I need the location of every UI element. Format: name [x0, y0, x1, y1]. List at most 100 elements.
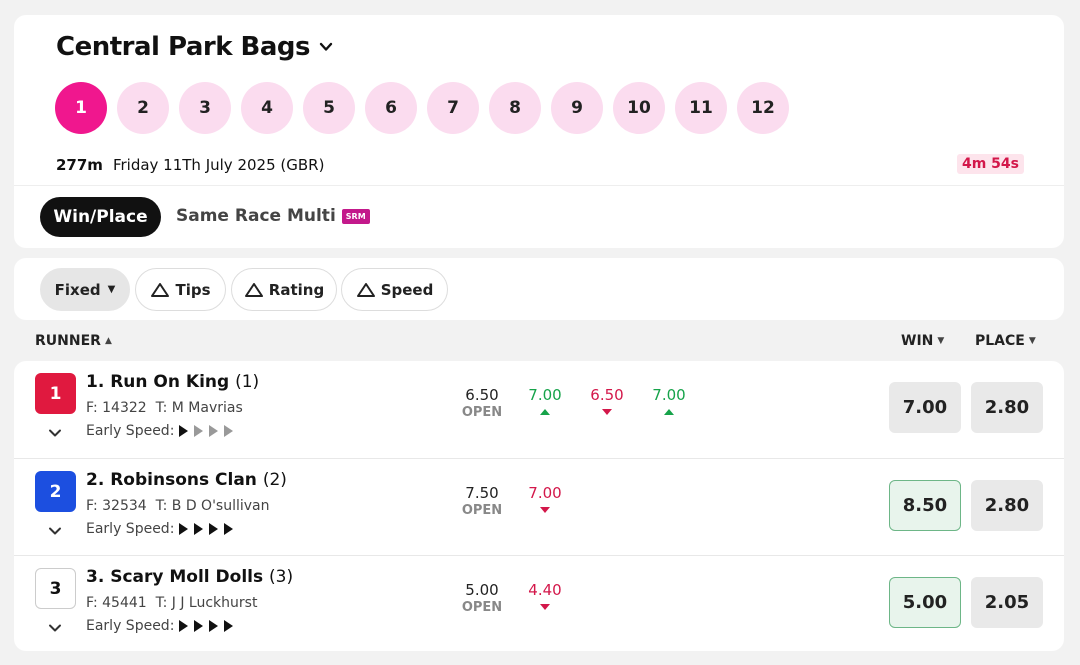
- race-date: Friday 11Th July 2025 (GBR): [112, 156, 325, 174]
- race-number-button[interactable]: 1: [55, 82, 107, 134]
- fluctuation-value: 7.00: [528, 484, 562, 502]
- win-odds-button[interactable]: 8.50: [889, 480, 961, 531]
- runner-meta: F: 32534 T: B D O'sullivan: [86, 498, 270, 514]
- price-fluctuation: 4.40: [514, 581, 576, 610]
- open-price-label: OPEN: [461, 600, 503, 615]
- runner-barrier: (3): [269, 567, 294, 587]
- speed-arrow-icon: [209, 620, 219, 632]
- tab-win-place[interactable]: Win/Place: [40, 197, 161, 237]
- speed-arrow-icon: [194, 620, 204, 632]
- runner-name[interactable]: 2. Robinsons Clan (2): [86, 470, 287, 490]
- race-number-button[interactable]: 11: [675, 82, 727, 134]
- runner-row: 1 1. Run On King (1) F: 14322 T: M Mavrias…: [14, 361, 1064, 457]
- price-fluctuations: 7.00: [514, 484, 576, 513]
- speed-button[interactable]: Speed: [341, 268, 448, 311]
- speed-label: Speed: [380, 280, 434, 299]
- place-column-header[interactable]: PLACE ▼: [975, 333, 1036, 349]
- price-fluctuation: 7.00: [514, 484, 576, 513]
- runner-column-label: RUNNER: [35, 333, 101, 349]
- early-speed: Early Speed:: [86, 521, 239, 537]
- fixed-odds-dropdown[interactable]: Fixed ▼: [40, 268, 130, 311]
- open-price-value: 6.50: [465, 386, 499, 404]
- early-speed: Early Speed:: [86, 423, 239, 439]
- win-column-label: WIN: [901, 333, 934, 349]
- place-odds-button[interactable]: 2.05: [971, 577, 1043, 628]
- early-speed-label: Early Speed:: [86, 521, 175, 537]
- venue-title: Central Park Bags: [56, 32, 311, 62]
- runner-name-text: 1. Run On King: [86, 372, 230, 392]
- runner-trainer: T: J J Luckhurst: [155, 595, 258, 611]
- place-odds-button[interactable]: 2.80: [971, 382, 1043, 433]
- race-number-button[interactable]: 6: [365, 82, 417, 134]
- fluctuation-value: 4.40: [528, 581, 562, 599]
- win-odds-button[interactable]: 5.00: [889, 577, 961, 628]
- chevron-down-icon[interactable]: [47, 425, 63, 441]
- open-price: 6.50 OPEN: [457, 386, 507, 420]
- chevron-down-icon[interactable]: [47, 620, 63, 636]
- price-fluctuation: 7.00: [638, 386, 700, 415]
- chevron-down-icon: [319, 42, 333, 51]
- runner-number-badge: 3: [35, 568, 76, 609]
- runner-row: 2 2. Robinsons Clan (2) F: 32534 T: B D O'…: [14, 458, 1064, 554]
- race-countdown: 4m 54s: [956, 154, 1024, 174]
- early-speed-label: Early Speed:: [86, 423, 175, 439]
- arrow-up-icon: [540, 409, 550, 415]
- srm-badge: SRM: [341, 208, 370, 224]
- tab-srm-label: Same Race Multi: [176, 206, 336, 226]
- caret-down-icon: ▼: [1028, 336, 1036, 346]
- fluctuation-value: 7.00: [652, 386, 686, 404]
- runner-column-header[interactable]: RUNNER ▲: [35, 333, 112, 349]
- divider: [14, 185, 1064, 186]
- speed-arrow-icon: [209, 523, 219, 535]
- race-number-button[interactable]: 7: [427, 82, 479, 134]
- runner-name[interactable]: 1. Run On King (1): [86, 372, 259, 392]
- venue-selector[interactable]: Central Park Bags: [56, 32, 334, 62]
- speed-arrow-icon: [179, 425, 189, 437]
- win-column-header[interactable]: WIN ▼: [901, 333, 944, 349]
- tips-label: Tips: [175, 280, 211, 299]
- sort-up-icon: ▲: [104, 336, 112, 346]
- race-number-button[interactable]: 5: [303, 82, 355, 134]
- filter-bar: Fixed ▼ Tips Rating Speed: [14, 258, 1064, 320]
- runner-meta: F: 14322 T: M Mavrias: [86, 400, 243, 416]
- race-number-button[interactable]: 10: [613, 82, 665, 134]
- runner-list: 1 1. Run On King (1) F: 14322 T: M Mavrias…: [14, 361, 1064, 651]
- rating-label: Rating: [268, 280, 325, 299]
- rating-button[interactable]: Rating: [231, 268, 337, 311]
- place-odds-button[interactable]: 2.80: [971, 480, 1043, 531]
- runner-trainer: T: B D O'sullivan: [155, 498, 270, 514]
- race-header-card: Central Park Bags 1 2 3 4 5 6 7 8 9 10 11 12 277m F…: [14, 15, 1064, 248]
- runner-name-text: 2. Robinsons Clan: [86, 470, 257, 490]
- price-fluctuations: 4.40: [514, 581, 576, 610]
- runner-meta: F: 45441 T: J J Luckhurst: [86, 595, 257, 611]
- race-number-button[interactable]: 8: [489, 82, 541, 134]
- fluctuation-value: 6.50: [590, 386, 624, 404]
- early-speed: Early Speed:: [86, 618, 239, 634]
- runner-form: F: 32534: [86, 498, 147, 514]
- runner-name[interactable]: 3. Scary Moll Dolls (3): [86, 567, 293, 587]
- race-number-button[interactable]: 9: [551, 82, 603, 134]
- runner-row: 3 3. Scary Moll Dolls (3) F: 45441 T: J J …: [14, 555, 1064, 651]
- race-number-button[interactable]: 2: [117, 82, 169, 134]
- chevron-down-icon[interactable]: [47, 523, 63, 539]
- place-column-label: PLACE: [975, 333, 1025, 349]
- race-number-list: 1 2 3 4 5 6 7 8 9 10 11 12: [55, 82, 799, 134]
- caret-down-icon: ▼: [937, 336, 945, 346]
- arrow-up-icon: [664, 409, 674, 415]
- open-price-value: 5.00: [465, 581, 499, 599]
- race-number-button[interactable]: 3: [179, 82, 231, 134]
- tab-same-race-multi[interactable]: Same Race Multi SRM: [176, 206, 370, 226]
- speed-arrow-icon: [179, 523, 189, 535]
- open-price: 5.00 OPEN: [457, 581, 507, 615]
- runner-number-badge: 1: [35, 373, 76, 414]
- price-fluctuations: 7.00 6.50 7.00: [514, 386, 700, 415]
- race-info: 277m Friday 11Th July 2025 (GBR): [56, 156, 324, 174]
- race-number-button[interactable]: 4: [241, 82, 293, 134]
- race-number-button[interactable]: 12: [737, 82, 789, 134]
- runner-barrier: (2): [262, 470, 287, 490]
- fluctuation-value: 7.00: [528, 386, 562, 404]
- runner-barrier: (1): [235, 372, 260, 392]
- win-odds-button[interactable]: 7.00: [889, 382, 961, 433]
- speed-arrow-icon: [209, 425, 219, 437]
- tips-button[interactable]: Tips: [135, 268, 226, 311]
